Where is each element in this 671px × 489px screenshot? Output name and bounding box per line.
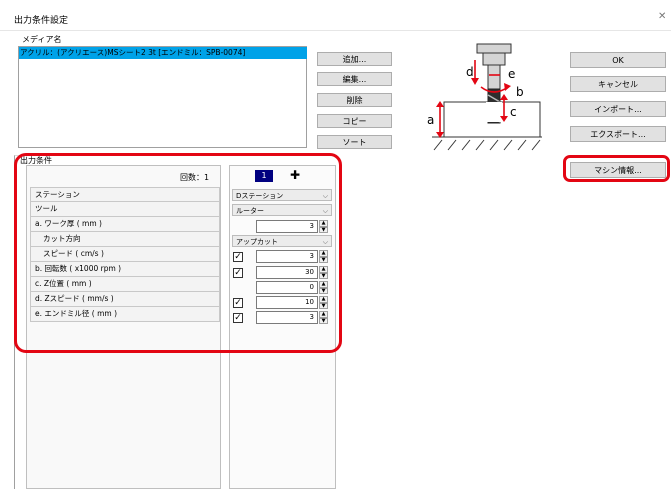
machine-info-highlight <box>563 155 670 182</box>
close-icon[interactable]: ✕ <box>658 11 666 22</box>
delete-button[interactable]: 削除 <box>317 93 392 107</box>
diagram-label-e: e <box>508 67 515 81</box>
sort-button[interactable]: ソート <box>317 135 392 149</box>
end-mill-cutting-diagram-icon: d e b c a <box>427 43 542 151</box>
window-title: 出力条件設定 <box>14 16 69 26</box>
media-name-label: メディア名 <box>22 35 62 44</box>
media-list-item-selected[interactable]: アクリル：(アクリエース)MSシート2 3t [エンドミル：SPB-0074] <box>19 47 307 59</box>
media-list[interactable]: アクリル：(アクリエース)MSシート2 3t [エンドミル：SPB-0074] <box>18 46 307 148</box>
diagram-label-b: b <box>516 85 524 99</box>
diagram-label-d: d <box>466 65 474 79</box>
cancel-button[interactable]: キャンセル <box>570 76 666 92</box>
output-conditions-highlight <box>14 153 342 353</box>
copy-button[interactable]: コピー <box>317 114 392 128</box>
title-divider <box>0 30 671 31</box>
export-button[interactable]: エクスポート... <box>570 126 666 142</box>
diagram-label-c: c <box>510 105 517 119</box>
add-button[interactable]: 追加... <box>317 52 392 66</box>
ok-button[interactable]: OK <box>570 52 666 68</box>
import-button[interactable]: インポート... <box>570 101 666 117</box>
edit-button[interactable]: 編集... <box>317 72 392 86</box>
diagram-label-a: a <box>427 113 434 127</box>
